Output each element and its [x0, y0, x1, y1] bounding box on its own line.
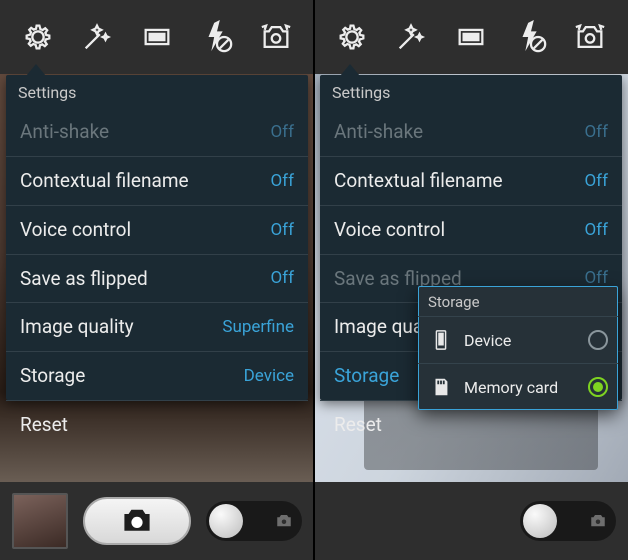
camera-icon: [120, 507, 154, 535]
screenshot-pair: Settings Anti-shake Off Contextual filena…: [0, 0, 628, 560]
camera-bottombar: [0, 482, 314, 560]
aspect-icon[interactable]: [451, 17, 491, 57]
settings-item-label: Reset: [20, 414, 68, 436]
shutter-area: [68, 497, 206, 545]
storage-dialog-header: Storage: [418, 286, 618, 317]
photo-mode-icon: [274, 511, 294, 531]
magic-wand-icon[interactable]: [77, 17, 117, 57]
settings-item-label: Voice control: [20, 219, 131, 241]
settings-item-image-quality[interactable]: Image quality Superfine: [6, 303, 308, 352]
photo-mode-icon: [588, 511, 608, 531]
camera-topbar: [0, 0, 314, 74]
gallery-thumbnail[interactable]: [12, 493, 68, 549]
settings-item-storage[interactable]: Storage Device: [6, 352, 308, 401]
settings-item-value: Superfine: [222, 317, 294, 337]
settings-item-value: Off: [270, 268, 294, 288]
storage-option-label: Memory card: [464, 378, 578, 397]
settings-item-value: Off: [584, 171, 608, 191]
phone-icon: [428, 327, 454, 353]
panel-divider: [313, 0, 315, 560]
settings-item-antishake[interactable]: Anti-shake Off: [6, 108, 308, 157]
radio-selected: [588, 377, 608, 397]
gear-icon[interactable]: [18, 17, 58, 57]
switch-camera-icon[interactable]: [570, 17, 610, 57]
storage-option-memory-card[interactable]: Memory card: [418, 364, 618, 410]
shutter-button[interactable]: [83, 497, 191, 545]
settings-item-label: Anti-shake: [334, 121, 423, 143]
settings-pointer: [340, 64, 360, 76]
screenshot-left: Settings Anti-shake Off Contextual filena…: [0, 0, 314, 560]
mode-toggle-knob: [209, 504, 243, 538]
settings-item-value: Off: [584, 122, 608, 142]
settings-item-value: Off: [270, 220, 294, 240]
settings-item-value: Device: [244, 366, 294, 386]
settings-header: Settings: [6, 75, 308, 108]
settings-pointer: [26, 64, 46, 76]
settings-item-label: Storage: [20, 365, 85, 387]
mode-toggle-knob: [523, 504, 557, 538]
camera-topbar: [314, 0, 628, 74]
settings-item-value: Off: [270, 171, 294, 191]
settings-item-voice-control[interactable]: Voice control Off: [320, 206, 622, 255]
settings-item-label: Contextual filename: [334, 170, 503, 192]
storage-dialog: Storage Device Memory card: [418, 286, 618, 410]
aspect-icon[interactable]: [137, 17, 177, 57]
settings-item-label: Voice control: [334, 219, 445, 241]
flash-off-icon[interactable]: [197, 17, 237, 57]
settings-item-contextual-filename[interactable]: Contextual filename Off: [6, 157, 308, 206]
settings-item-label: Reset: [334, 414, 382, 436]
storage-option-device[interactable]: Device: [418, 317, 618, 364]
flash-off-icon[interactable]: [511, 17, 551, 57]
mode-toggle[interactable]: [520, 501, 616, 541]
settings-item-label: Anti-shake: [20, 121, 109, 143]
settings-item-antishake[interactable]: Anti-shake Off: [320, 108, 622, 157]
settings-item-value: Off: [584, 220, 608, 240]
switch-camera-icon[interactable]: [256, 17, 296, 57]
settings-item-value: Off: [270, 122, 294, 142]
settings-item-label: Save as flipped: [20, 268, 148, 290]
settings-item-contextual-filename[interactable]: Contextual filename Off: [320, 157, 622, 206]
settings-item-label: Image quality: [20, 316, 134, 338]
settings-panel: Settings Anti-shake Off Contextual filena…: [6, 75, 308, 400]
gear-icon[interactable]: [332, 17, 372, 57]
magic-wand-icon[interactable]: [391, 17, 431, 57]
storage-option-label: Device: [464, 331, 578, 350]
mode-toggle[interactable]: [206, 501, 302, 541]
settings-header: Settings: [320, 75, 622, 108]
sd-card-icon: [428, 374, 454, 400]
radio-unselected: [588, 330, 608, 350]
settings-item-reset[interactable]: Reset: [6, 401, 308, 449]
settings-item-label: Storage: [334, 365, 399, 387]
settings-item-save-as-flipped[interactable]: Save as flipped Off: [6, 255, 308, 304]
screenshot-right: Settings Anti-shake Off Contextual filena…: [314, 0, 628, 560]
settings-item-voice-control[interactable]: Voice control Off: [6, 206, 308, 255]
settings-item-label: Contextual filename: [20, 170, 189, 192]
camera-bottombar: [314, 482, 628, 560]
